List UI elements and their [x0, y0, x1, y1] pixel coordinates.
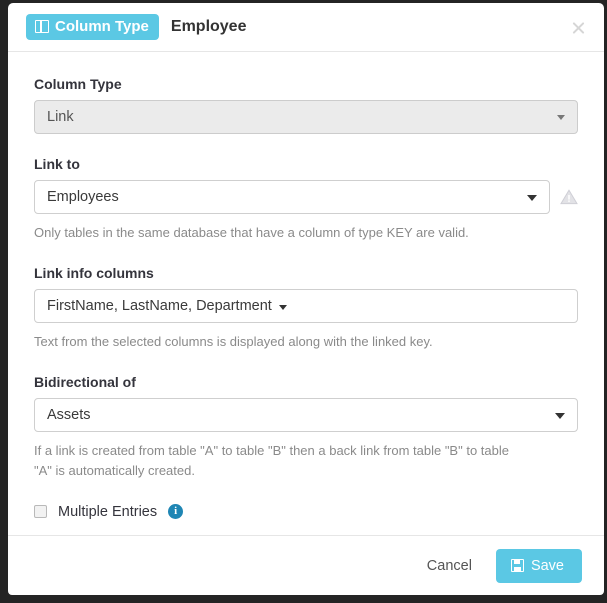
warning-triangle-icon [560, 189, 578, 205]
close-icon[interactable] [569, 19, 587, 37]
field-column-type: Column Type Link [34, 76, 578, 134]
multiple-entries-row: Multiple Entries i [34, 504, 578, 520]
chevron-down-icon [555, 413, 565, 420]
info-icon[interactable]: i [168, 504, 184, 520]
column-type-dialog: Column Type Employee Column Type Link Li… [8, 3, 604, 595]
save-floppy-icon [510, 559, 524, 572]
dialog-footer: Cancel Save [8, 535, 604, 595]
column-type-badge: Column Type [26, 14, 159, 40]
link-info-columns-select[interactable]: FirstName, LastName, Department [34, 289, 578, 324]
link-info-columns-label: Link info columns [34, 265, 154, 282]
link-to-label: Link to [34, 156, 80, 172]
link-to-select-value: Employees [47, 189, 119, 205]
multiple-entries-checkbox[interactable] [34, 505, 47, 519]
bidirectional-of-control-row: Assets [34, 398, 578, 433]
column-type-control-row: Link [34, 100, 578, 134]
page-title: Employee [170, 18, 247, 35]
link-info-columns-control-row: FirstName, LastName, Department [34, 289, 578, 324]
column-type-select-value: Link [47, 109, 74, 125]
chevron-down-icon [557, 115, 565, 120]
bidirectional-of-help-text: If a link is created from table "A" to t… [34, 443, 509, 479]
bidirectional-of-value: Assets [47, 407, 91, 424]
field-link-info-columns: Link info columns FirstName, LastName, D… [34, 265, 578, 352]
link-to-select[interactable]: Employees [34, 180, 550, 214]
field-bidirectional-of: Bidirectional of Assets If a link is cre… [34, 374, 578, 481]
link-info-columns-value: FirstName, LastName, Department [47, 298, 272, 315]
save-button[interactable]: Save [495, 548, 582, 583]
field-link-to: Link to Employees Only tables in the sam… [34, 156, 578, 243]
save-button-label: Save [530, 557, 564, 574]
dialog-header: Column Type Employee [8, 3, 604, 52]
column-type-badge-label: Column Type [55, 18, 149, 35]
dialog-body: Column Type Link Link to Employees Only … [8, 52, 604, 535]
link-to-control-row: Employees [34, 180, 578, 214]
multiple-entries-label[interactable]: Multiple Entries [58, 504, 157, 520]
link-info-columns-help-text: Text from the selected columns is displa… [34, 334, 433, 350]
link-to-help-text: Only tables in the same database that ha… [34, 225, 469, 240]
columns-icon [35, 20, 49, 33]
chevron-down-icon [278, 304, 287, 310]
chevron-down-icon [527, 195, 537, 201]
column-type-select[interactable]: Link [34, 100, 578, 134]
column-type-label: Column Type [34, 76, 122, 92]
cancel-button[interactable]: Cancel [423, 551, 476, 581]
bidirectional-of-label: Bidirectional of [34, 374, 136, 391]
bidirectional-of-select[interactable]: Assets [34, 398, 578, 433]
